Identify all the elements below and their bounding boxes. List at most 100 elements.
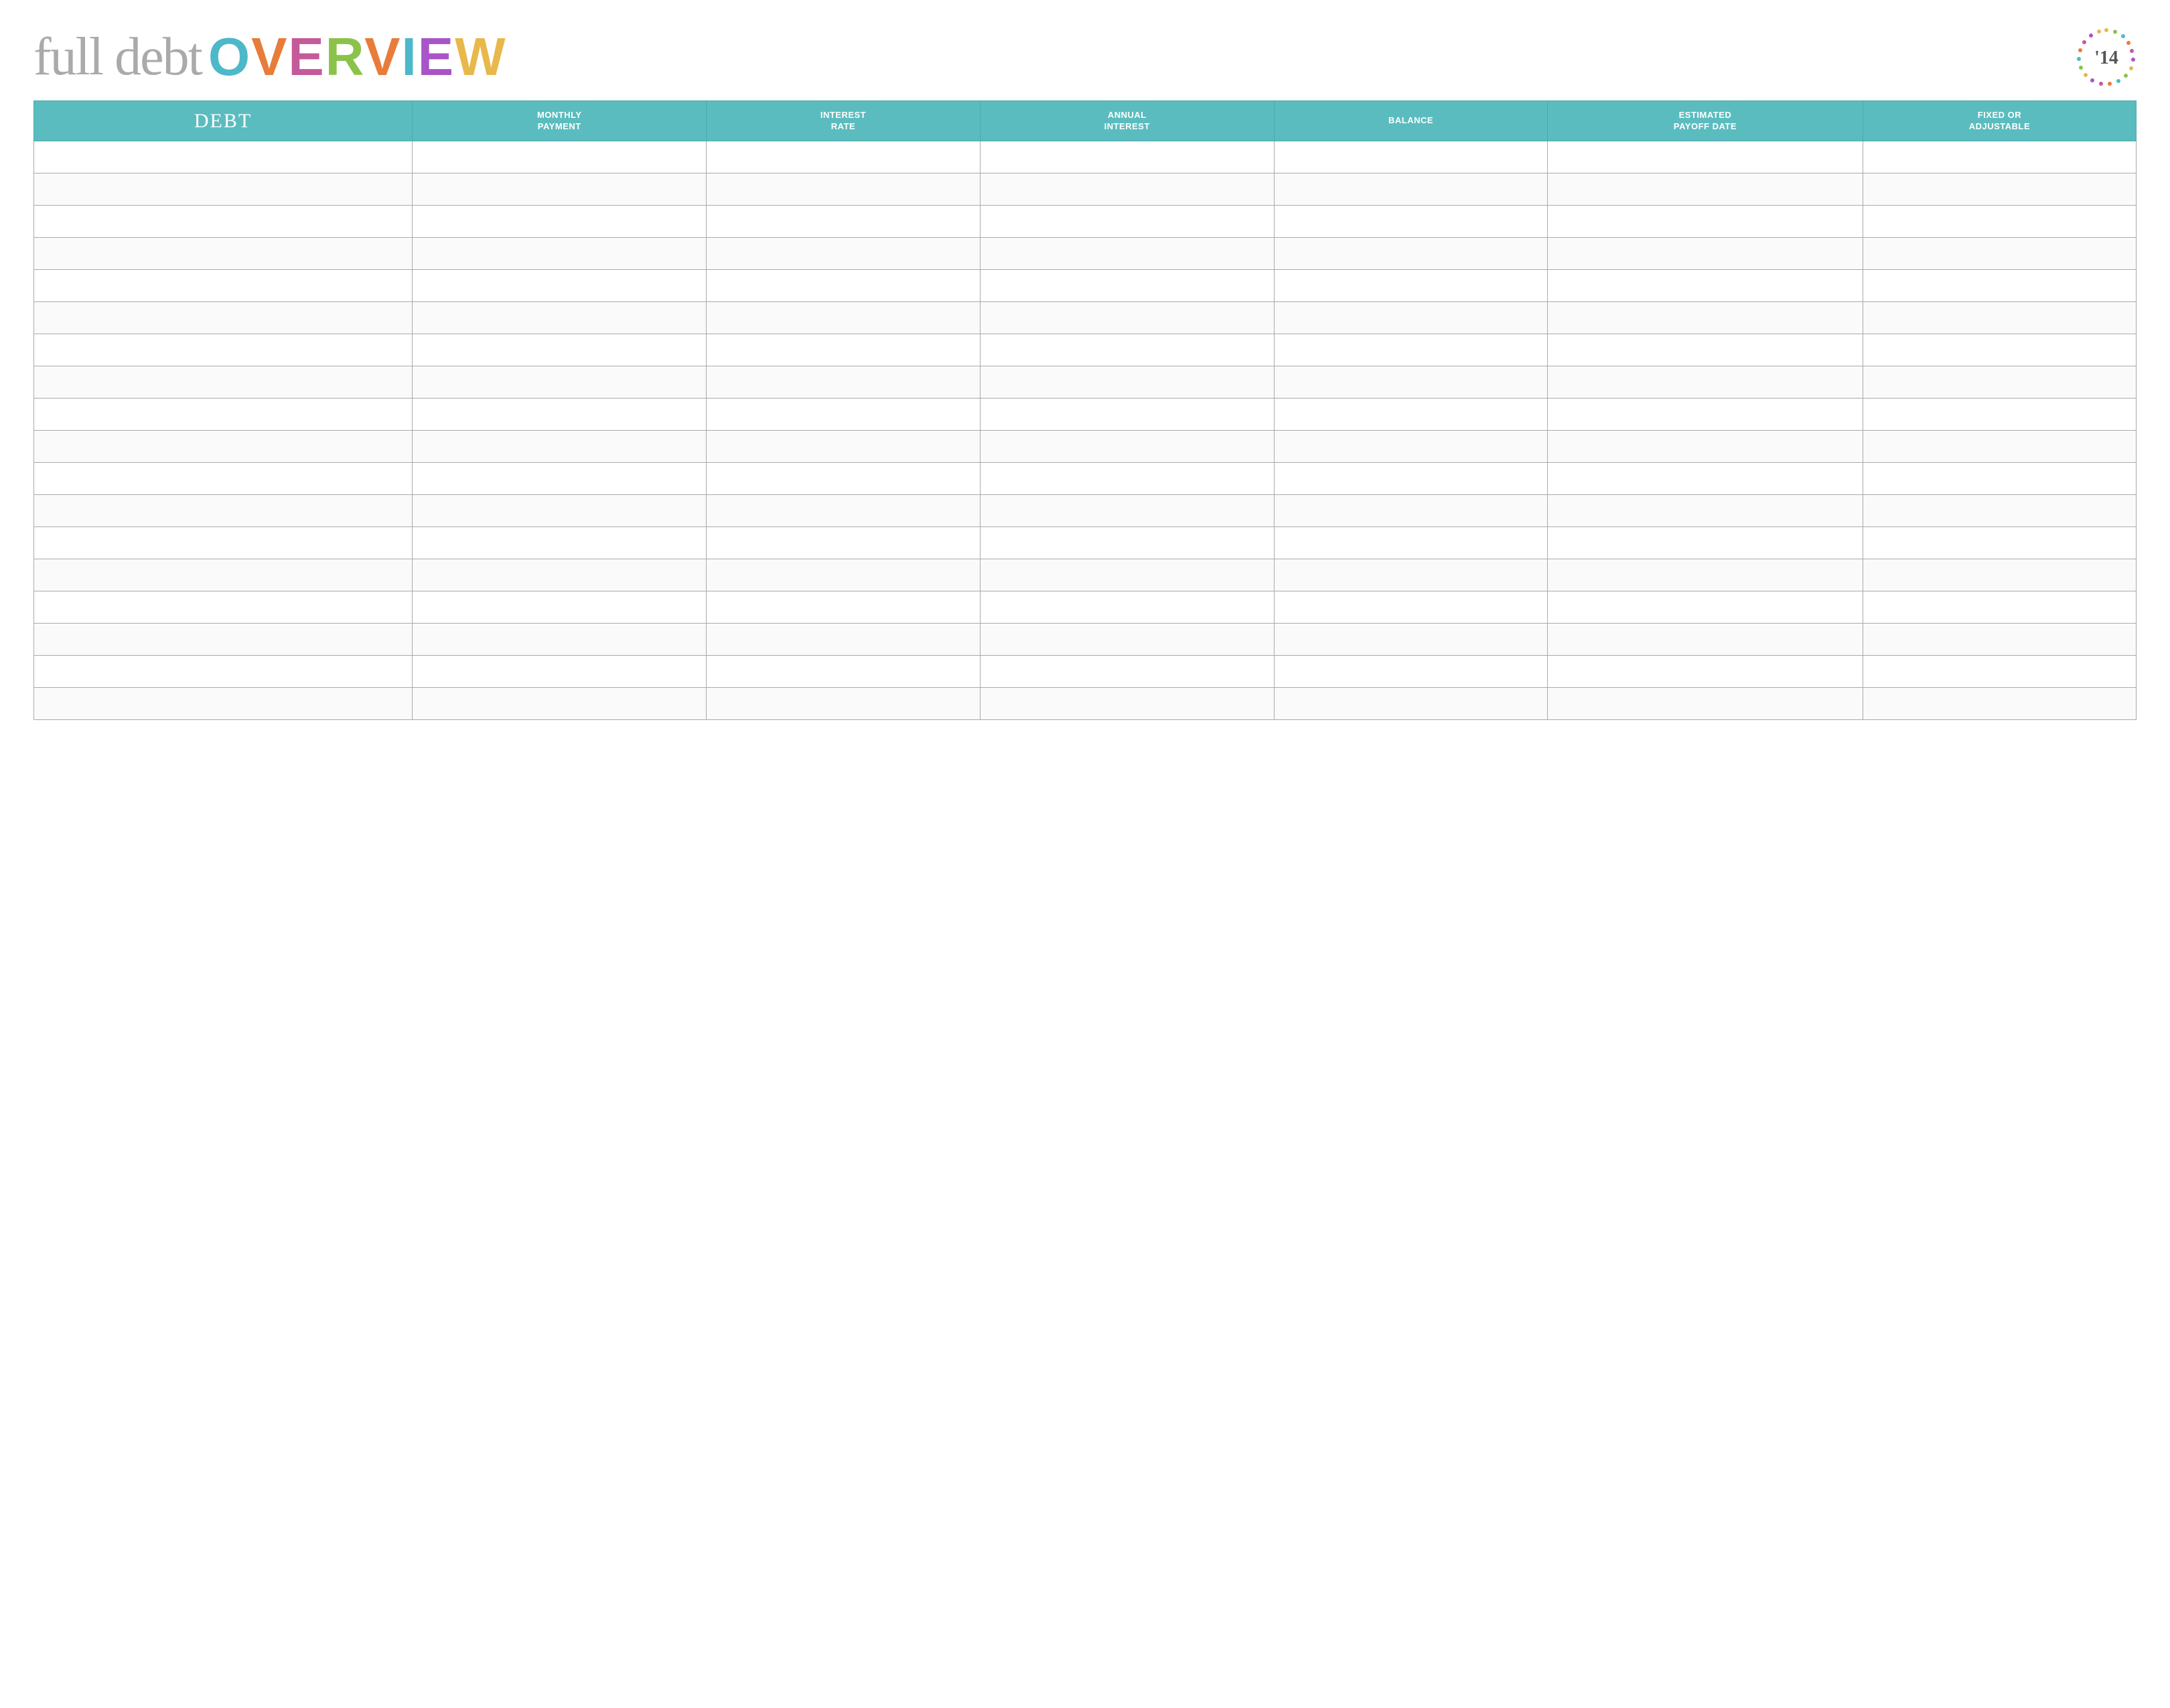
table-row bbox=[34, 334, 2137, 366]
table-cell bbox=[34, 173, 413, 206]
table-cell bbox=[413, 495, 707, 527]
letter-e: E bbox=[288, 27, 325, 86]
table-cell bbox=[1548, 527, 1863, 559]
table-cell bbox=[707, 495, 980, 527]
table-cell bbox=[980, 141, 1274, 173]
table-cell bbox=[1863, 688, 2136, 720]
table-cell bbox=[1274, 559, 1547, 591]
table-cell bbox=[707, 431, 980, 463]
table-cell bbox=[707, 591, 980, 624]
table-cell bbox=[1274, 656, 1547, 688]
table-cell bbox=[707, 302, 980, 334]
title-thin: full debt bbox=[33, 30, 202, 84]
table-cell bbox=[34, 656, 413, 688]
table-cell bbox=[34, 238, 413, 270]
table-cell bbox=[1548, 302, 1863, 334]
table-cell bbox=[707, 656, 980, 688]
table-cell bbox=[707, 141, 980, 173]
table-cell bbox=[980, 559, 1274, 591]
table-row bbox=[34, 206, 2137, 238]
table-cell bbox=[413, 206, 707, 238]
table-cell bbox=[1863, 495, 2136, 527]
table-cell bbox=[1274, 270, 1547, 302]
table-row bbox=[34, 366, 2137, 399]
table-cell bbox=[413, 688, 707, 720]
table-cell bbox=[1274, 366, 1547, 399]
table-cell bbox=[34, 495, 413, 527]
table-cell bbox=[980, 173, 1274, 206]
table-cell bbox=[1548, 656, 1863, 688]
table-cell bbox=[413, 238, 707, 270]
table-cell bbox=[980, 270, 1274, 302]
table-cell bbox=[1274, 688, 1547, 720]
table-cell bbox=[1548, 366, 1863, 399]
table-cell bbox=[1863, 624, 2136, 656]
table-cell bbox=[707, 624, 980, 656]
table-row bbox=[34, 527, 2137, 559]
table-row bbox=[34, 270, 2137, 302]
table-cell bbox=[707, 270, 980, 302]
table-cell bbox=[1548, 463, 1863, 495]
table-cell bbox=[1274, 399, 1547, 431]
table-cell bbox=[1863, 431, 2136, 463]
table-row bbox=[34, 238, 2137, 270]
table-cell bbox=[34, 624, 413, 656]
table-cell bbox=[1274, 173, 1547, 206]
table-cell bbox=[707, 688, 980, 720]
col-header-annual: ANNUALINTEREST bbox=[980, 101, 1274, 141]
table-cell bbox=[1863, 559, 2136, 591]
table-cell bbox=[413, 399, 707, 431]
table-cell bbox=[413, 559, 707, 591]
letter-v: V bbox=[251, 27, 288, 86]
table-cell bbox=[1274, 495, 1547, 527]
table-cell bbox=[1274, 238, 1547, 270]
col-header-payoff: ESTIMATEDPAYOFF DATE bbox=[1548, 101, 1863, 141]
table-cell bbox=[1863, 656, 2136, 688]
table-cell bbox=[1863, 238, 2136, 270]
table-cell bbox=[1548, 431, 1863, 463]
table-cell bbox=[1863, 206, 2136, 238]
table-cell bbox=[34, 206, 413, 238]
table-cell bbox=[34, 270, 413, 302]
table-cell bbox=[1274, 624, 1547, 656]
table-cell bbox=[707, 173, 980, 206]
table-cell bbox=[980, 238, 1274, 270]
table-cell bbox=[34, 463, 413, 495]
table-cell bbox=[413, 334, 707, 366]
table-cell bbox=[1863, 302, 2136, 334]
table-cell bbox=[707, 559, 980, 591]
table-cell bbox=[413, 431, 707, 463]
table-cell bbox=[34, 591, 413, 624]
table-cell bbox=[34, 688, 413, 720]
table-cell bbox=[707, 334, 980, 366]
letter-o: O bbox=[208, 27, 251, 86]
table-cell bbox=[707, 399, 980, 431]
year-badge: '14 bbox=[2076, 27, 2137, 87]
table-cell bbox=[980, 206, 1274, 238]
table-cell bbox=[34, 366, 413, 399]
table-cell bbox=[1274, 431, 1547, 463]
table-cell bbox=[1274, 463, 1547, 495]
table-row bbox=[34, 463, 2137, 495]
table-cell bbox=[413, 656, 707, 688]
table-cell bbox=[413, 141, 707, 173]
table-cell bbox=[1548, 173, 1863, 206]
table-row bbox=[34, 688, 2137, 720]
table-cell bbox=[1863, 141, 2136, 173]
table-row bbox=[34, 302, 2137, 334]
table-cell bbox=[34, 334, 413, 366]
table-cell bbox=[1863, 366, 2136, 399]
table-cell bbox=[1548, 141, 1863, 173]
table-cell bbox=[1548, 206, 1863, 238]
title-area: full debt OVERVIEW bbox=[33, 30, 507, 84]
table-cell bbox=[1548, 559, 1863, 591]
table-cell bbox=[980, 463, 1274, 495]
table-cell bbox=[413, 527, 707, 559]
table-row bbox=[34, 656, 2137, 688]
table-cell bbox=[34, 559, 413, 591]
table-cell bbox=[1274, 206, 1547, 238]
table-cell bbox=[413, 173, 707, 206]
table-row bbox=[34, 431, 2137, 463]
table-row bbox=[34, 141, 2137, 173]
table-cell bbox=[1274, 334, 1547, 366]
